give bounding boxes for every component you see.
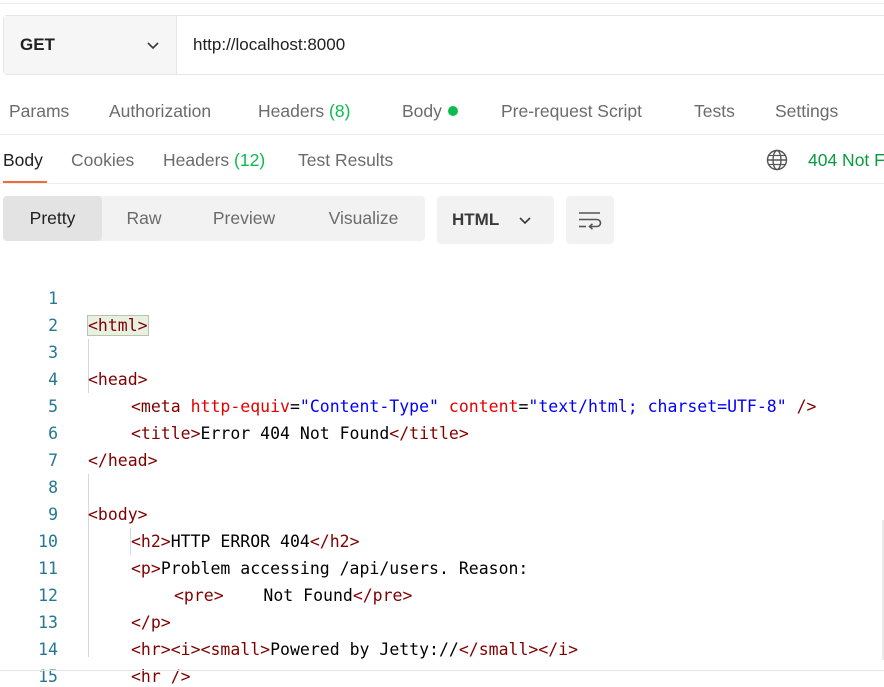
divider: [0, 183, 884, 184]
request-bar: GET http://localhost:8000: [3, 15, 884, 75]
code-line: 3 <head>: [0, 312, 884, 389]
wrap-lines-button[interactable]: [566, 196, 614, 244]
response-tab-test-results[interactable]: Test Results: [298, 150, 393, 171]
chevron-down-icon: [147, 42, 159, 50]
method-select[interactable]: GET: [4, 16, 177, 74]
code-line: 14 <hr />: [0, 609, 884, 686]
tab-body-label: Body: [402, 101, 442, 121]
response-status[interactable]: 404 Not F: [808, 150, 884, 171]
code-line: 10 <p>Problem accessing /api/users. Reas…: [0, 501, 884, 578]
code-line: 15: [0, 636, 884, 686]
format-select[interactable]: HTML: [437, 196, 554, 244]
format-label: HTML: [452, 210, 500, 229]
globe-icon[interactable]: [766, 149, 788, 171]
divider: [0, 134, 884, 135]
body-indicator-dot: [447, 106, 458, 116]
tab-pre-request-script[interactable]: Pre-request Script: [501, 101, 642, 122]
code-line: 11 <pre> Not Found</pre>: [0, 528, 884, 605]
response-tab-headers-label: Headers: [163, 150, 230, 170]
tab-tests[interactable]: Tests: [694, 101, 735, 122]
tab-headers[interactable]: Headers (8): [258, 101, 350, 122]
response-tab-headers-count: (12): [234, 150, 266, 170]
code-line: 6 </head>: [0, 393, 884, 470]
response-tab-cookies[interactable]: Cookies: [71, 150, 134, 171]
code-line: 8 <body>: [0, 447, 884, 524]
response-tab-headers[interactable]: Headers (12): [163, 150, 265, 171]
code-line: 1 <html>: [0, 258, 884, 336]
view-visualize-button[interactable]: Visualize: [302, 196, 425, 241]
request-tabs: Params Authorization Headers (8) Body Pr…: [0, 92, 884, 132]
top-border: [0, 3, 884, 4]
tab-params[interactable]: Params: [9, 101, 69, 122]
method-label: GET: [20, 35, 55, 54]
view-pretty-button[interactable]: Pretty: [3, 196, 102, 241]
response-tab-body[interactable]: Body: [3, 150, 43, 171]
chevron-down-icon: [519, 217, 531, 225]
code-line: 7: [0, 420, 884, 470]
wrap-lines-icon: [579, 212, 602, 230]
code-line: 5 <title>Error 404 Not Found</title>: [0, 366, 884, 443]
view-mode-segmented-control: Pretty Raw Preview Visualize: [3, 196, 425, 241]
view-raw-button[interactable]: Raw: [102, 196, 186, 241]
tab-headers-label: Headers: [258, 101, 325, 121]
code-line: 4 <meta http-equiv="Content-Type" conten…: [0, 339, 884, 416]
view-preview-button[interactable]: Preview: [186, 196, 302, 241]
tab-authorization[interactable]: Authorization: [109, 101, 211, 122]
code-line: 2: [0, 285, 884, 335]
bottom-border: [0, 670, 884, 671]
tab-settings[interactable]: Settings: [775, 101, 838, 122]
tab-headers-count: (8): [329, 101, 351, 121]
line-number: 15: [38, 667, 58, 686]
url-input[interactable]: http://localhost:8000: [177, 16, 884, 74]
code-line: 13 <hr><i><small>Powered by Jetty://</sm…: [0, 582, 884, 659]
tab-body[interactable]: Body: [402, 101, 458, 122]
code-line: 12 </p>: [0, 555, 884, 632]
code-line: 9 <h2>HTTP ERROR 404</h2>: [0, 474, 884, 551]
